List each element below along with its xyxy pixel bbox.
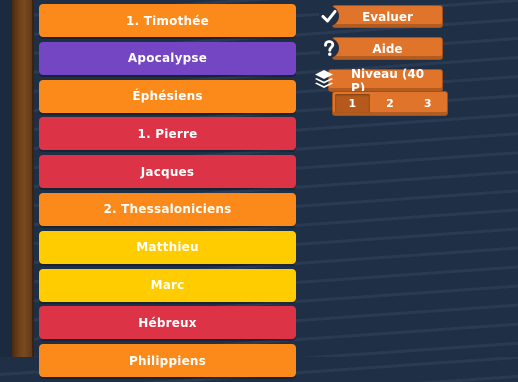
aide-label: Aide [372,41,403,56]
level-3-button[interactable]: 3 [410,94,445,113]
aide-button[interactable]: Aide [332,37,443,60]
book-card[interactable]: 1. Pierre [39,117,296,151]
evaluer-label: Evaluer [362,9,413,24]
evaluer-button[interactable]: Evaluer [332,5,443,28]
book-card[interactable]: Éphésiens [39,79,296,113]
book-card[interactable]: Hébreux [39,306,296,340]
layers-icon [313,68,335,90]
book-card[interactable]: Matthieu [39,230,296,264]
book-card[interactable]: 2. Thessaloniciens [39,192,296,226]
wooden-rail [12,0,34,357]
help-question-icon [318,37,340,59]
level-selector: 1 2 3 [332,91,448,116]
level-1-button[interactable]: 1 [335,94,370,113]
checkmark-icon [318,5,340,27]
niveau-button[interactable]: Niveau (40 P) [328,67,443,95]
book-card[interactable]: Philippiens [39,344,296,378]
left-edge [0,0,12,357]
book-card[interactable]: 1. Timothée [39,4,296,37]
level-2-button[interactable]: 2 [373,94,408,113]
book-card-list: 1. Timothée Apocalypse Éphésiens 1. Pier… [39,4,296,382]
book-card[interactable]: Apocalypse [39,41,296,75]
book-card[interactable]: Marc [39,268,296,302]
book-card[interactable]: Jacques [39,155,296,189]
